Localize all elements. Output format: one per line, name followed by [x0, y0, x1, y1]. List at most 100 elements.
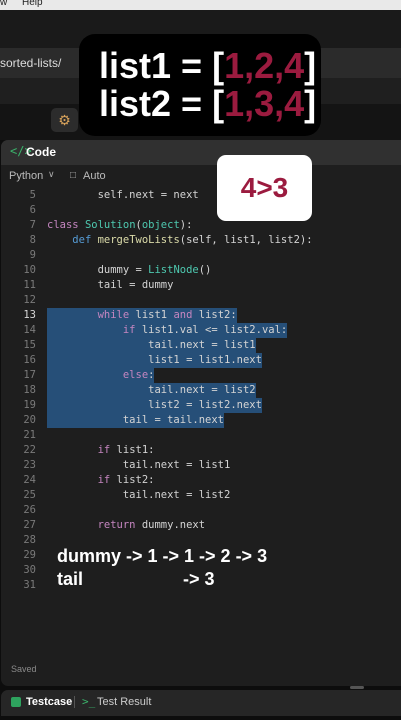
- code-line[interactable]: 10 dummy = ListNode(): [1, 263, 401, 278]
- checkbox-icon: [11, 697, 21, 707]
- code-line[interactable]: 20 tail = tail.next: [1, 413, 401, 428]
- code-text: tail.next = list2: [47, 489, 231, 501]
- code-line[interactable]: 12: [1, 293, 401, 308]
- code-text: if list1.val <= list2.val:: [47, 323, 288, 338]
- line-number: 21: [23, 429, 36, 441]
- code-panel-header: </> Code: [1, 140, 401, 165]
- code-text: while list1 and list2:: [47, 308, 237, 323]
- line-number: 23: [23, 459, 36, 471]
- code-line[interactable]: 24 if list2:: [1, 473, 401, 488]
- auto-mode-label[interactable]: Auto: [83, 170, 106, 182]
- line-number: 14: [23, 324, 36, 336]
- line-number: 16: [23, 354, 36, 366]
- code-line[interactable]: 7 class Solution(object):: [1, 218, 401, 233]
- line-number: 25: [23, 489, 36, 501]
- list1-annotation: list1 = [1,2,4]: [99, 47, 321, 85]
- code-text: self.next = next: [47, 189, 199, 201]
- code-line[interactable]: 9: [1, 248, 401, 263]
- bug-icon: ⚙: [58, 112, 71, 128]
- line-number: 15: [23, 339, 36, 351]
- code-editor[interactable]: 5 self.next = next 6 7 class Solution(objec…: [1, 188, 401, 591]
- saved-status: Saved: [11, 664, 37, 674]
- code-line[interactable]: 23 tail.next = list1: [1, 458, 401, 473]
- code-line[interactable]: 21: [1, 428, 401, 443]
- line-number: 31: [23, 579, 36, 591]
- debug-button[interactable]: ⚙: [51, 108, 78, 132]
- line-number: 6: [29, 204, 36, 216]
- line-number: 22: [23, 444, 36, 456]
- code-line[interactable]: 25 tail.next = list2: [1, 488, 401, 503]
- code-text: dummy = ListNode(): [47, 264, 212, 276]
- lock-icon: □: [70, 170, 77, 181]
- panel-title: Code: [26, 145, 56, 159]
- menu-item-window[interactable]: w: [0, 0, 7, 8]
- code-line[interactable]: 13 while list1 and list2:: [1, 308, 401, 323]
- os-menu-bar: w Help: [0, 0, 401, 10]
- tab-testcase[interactable]: Testcase: [26, 696, 72, 708]
- list1-values: 1,2,4: [224, 45, 305, 86]
- list2-annotation: list2 = [1,3,4]: [99, 85, 321, 123]
- line-number: 17: [23, 369, 36, 381]
- line-number: 20: [23, 414, 36, 426]
- code-line[interactable]: 14 if list1.val <= list2.val:: [1, 323, 401, 338]
- code-line[interactable]: 16 list1 = list1.next: [1, 353, 401, 368]
- code-line[interactable]: 19 list2 = list2.next: [1, 398, 401, 413]
- code-text: list1 = list1.next: [47, 353, 262, 368]
- line-number: 24: [23, 474, 36, 486]
- line-number: 12: [23, 294, 36, 306]
- url-text[interactable]: sorted-lists/: [0, 56, 61, 70]
- code-text: tail.next = list1: [47, 338, 256, 353]
- line-number: 19: [23, 399, 36, 411]
- line-number: 18: [23, 384, 36, 396]
- line-number: 8: [29, 234, 36, 246]
- line-number: 27: [23, 519, 36, 531]
- editor-toolbar: Python ∨ □ Auto: [1, 165, 401, 189]
- trace-dummy-line: dummy -> 1 -> 1 -> 2 -> 3: [57, 546, 268, 566]
- line-number: 10: [23, 264, 36, 276]
- menu-item-help[interactable]: Help: [22, 0, 43, 8]
- code-text: tail = tail.next: [47, 413, 225, 428]
- code-line[interactable]: 5 self.next = next: [1, 188, 401, 203]
- code-text: tail.next = list2: [47, 383, 256, 398]
- code-text: tail = dummy: [47, 279, 174, 291]
- code-text: class Solution(object):: [47, 219, 193, 231]
- code-text: else:: [47, 368, 155, 383]
- list1-open-bracket: [: [212, 45, 225, 86]
- code-line[interactable]: 17 else:: [1, 368, 401, 383]
- code-text: if list1:: [97, 444, 155, 456]
- code-panel: </> Code Python ∨ □ Auto 5 self.next = n…: [1, 140, 401, 686]
- code-line[interactable]: 11 tail = dummy: [1, 278, 401, 293]
- line-number: 11: [23, 279, 36, 291]
- code-line[interactable]: 18 tail.next = list2: [1, 383, 401, 398]
- line-number: 30: [23, 564, 36, 576]
- line-number: 13: [23, 309, 36, 321]
- list1-close-bracket: ]: [304, 45, 317, 86]
- trace-tail-line: tail -> 3: [57, 569, 215, 589]
- list1-prefix: list1 =: [99, 45, 213, 86]
- tab-divider: [74, 696, 75, 708]
- line-number: 28: [23, 534, 36, 546]
- line-number: 29: [23, 549, 36, 561]
- line-number: 5: [29, 189, 36, 201]
- list2-prefix: list2 =: [99, 83, 213, 124]
- list2-close-bracket: ]: [304, 83, 317, 124]
- code-line[interactable]: 27 return dummy.next: [1, 518, 401, 533]
- code-text: if list2:: [97, 474, 155, 486]
- comparison-badge: 4>3: [217, 155, 312, 221]
- code-line[interactable]: 6: [1, 203, 401, 218]
- code-text: list2 = list2.next: [47, 398, 262, 413]
- code-line[interactable]: 22 if list1:: [1, 443, 401, 458]
- code-line[interactable]: 8 def mergeTwoLists(self, list1, list2):: [1, 233, 401, 248]
- code-line[interactable]: 15 tail.next = list1: [1, 338, 401, 353]
- code-text: tail.next = list1: [47, 459, 231, 471]
- chevron-down-icon[interactable]: ∨: [48, 169, 55, 180]
- code-text: return dummy.next: [97, 519, 206, 531]
- line-number: 7: [29, 219, 36, 231]
- code-line[interactable]: 26: [1, 503, 401, 518]
- list2-open-bracket: [: [212, 83, 225, 124]
- list-values-overlay: list1 = [1,2,4] list2 = [1,3,4]: [79, 34, 321, 136]
- language-select[interactable]: Python: [9, 170, 43, 182]
- panel-resize-handle[interactable]: [350, 686, 364, 689]
- list2-values: 1,3,4: [224, 83, 305, 124]
- tab-test-result[interactable]: Test Result: [97, 696, 151, 708]
